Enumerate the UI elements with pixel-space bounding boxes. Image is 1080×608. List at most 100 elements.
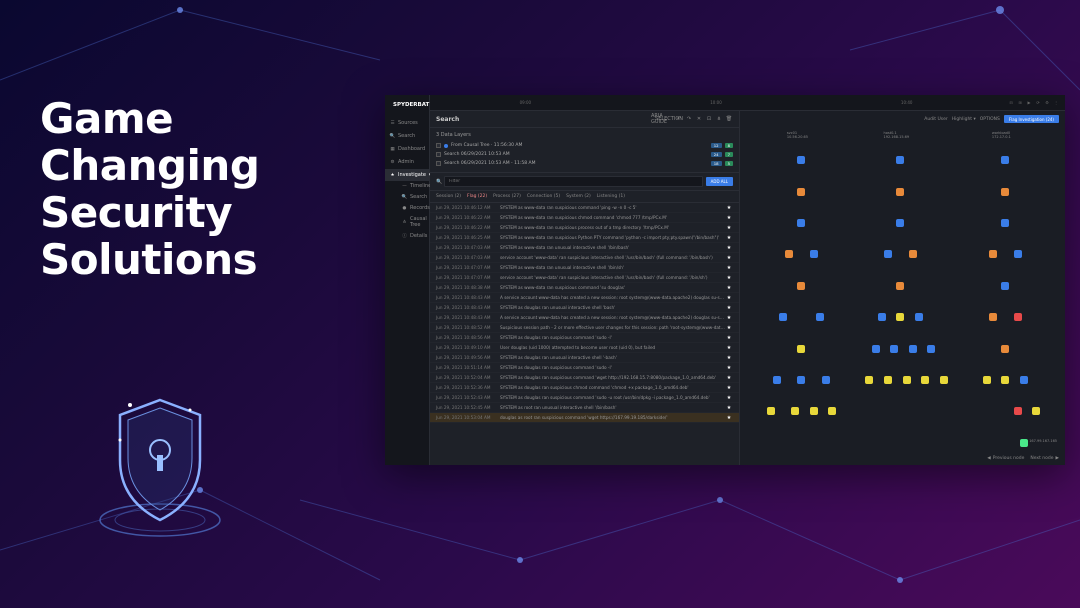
event-row[interactable]: Jun 29, 2021 10:52:36 AMSYSTEM as dougla… xyxy=(430,383,739,393)
star-icon[interactable]: ★ xyxy=(725,205,733,211)
graph-node[interactable] xyxy=(890,345,898,353)
timeline-control[interactable]: ▶ xyxy=(1026,100,1032,106)
graph-node[interactable] xyxy=(884,250,892,258)
graph-node[interactable] xyxy=(828,407,836,415)
add-all-button[interactable]: ADD ALL xyxy=(706,177,733,186)
star-icon[interactable]: ★ xyxy=(725,335,733,341)
star-icon[interactable]: ★ xyxy=(725,415,733,421)
sidebar-item-search[interactable]: 🔍Search xyxy=(385,130,429,142)
next-node-button[interactable]: Next node ▶ xyxy=(1030,456,1059,461)
graph-node[interactable] xyxy=(989,250,997,258)
star-icon[interactable]: ★ xyxy=(725,375,733,381)
graph-node[interactable] xyxy=(822,376,830,384)
graph-node[interactable] xyxy=(896,313,904,321)
tab-session[interactable]: Session (2) xyxy=(436,194,461,199)
tab-process[interactable]: Process (27) xyxy=(493,194,521,199)
graph-node[interactable] xyxy=(896,219,904,227)
graph-node[interactable] xyxy=(1001,376,1009,384)
graph-node[interactable] xyxy=(797,282,805,290)
sidebar-sub-search[interactable]: 🔍Search xyxy=(397,192,429,202)
star-icon[interactable]: ★ xyxy=(725,255,733,261)
event-row[interactable]: Jun 29, 2021 10:53:04 AMdouglas as root … xyxy=(430,413,739,423)
event-row[interactable]: Jun 29, 2021 10:48:56 AMSYSTEM as dougla… xyxy=(430,333,739,343)
event-row[interactable]: Jun 29, 2021 10:52:45 AMSYSTEM as root r… xyxy=(430,403,739,413)
graph-node[interactable] xyxy=(921,376,929,384)
graph-node[interactable] xyxy=(983,376,991,384)
graph-node[interactable] xyxy=(1020,439,1028,447)
event-row[interactable]: Jun 29, 2021 10:46:22 AMSYSTEM as www-da… xyxy=(430,223,739,233)
tab-system[interactable]: System (2) xyxy=(566,194,591,199)
graph-node[interactable] xyxy=(1014,250,1022,258)
sidebar-item-investigate[interactable]: ★Investigate▾ xyxy=(385,169,429,181)
star-icon[interactable]: ★ xyxy=(725,225,733,231)
graph-node[interactable] xyxy=(903,376,911,384)
graph-node[interactable] xyxy=(909,250,917,258)
graph-node[interactable] xyxy=(797,156,805,164)
star-icon[interactable]: ★ xyxy=(725,385,733,391)
options-button[interactable]: OPTIONS xyxy=(980,117,1000,122)
prev-node-button[interactable]: ◀ Previous node xyxy=(987,456,1024,461)
graph-node[interactable] xyxy=(915,313,923,321)
event-row[interactable]: Jun 29, 2021 10:47:03 AMservice account … xyxy=(430,253,739,263)
star-icon[interactable]: ★ xyxy=(725,215,733,221)
sidebar-item-dashboard[interactable]: ▦Dashboard xyxy=(385,143,429,155)
star-icon[interactable]: ★ xyxy=(725,395,733,401)
toolbar-button[interactable]: ✕ xyxy=(695,115,703,123)
graph-node[interactable] xyxy=(797,345,805,353)
data-layer[interactable]: From Causal Tree · 11:56:30 AM128 xyxy=(436,141,733,150)
data-layer[interactable]: Search 06/29/2021 10:53 AM247 xyxy=(436,150,733,159)
timeline-control[interactable]: ⋮ xyxy=(1053,100,1059,106)
event-row[interactable]: Jun 29, 2021 10:46:22 AMSYSTEM as www-da… xyxy=(430,213,739,223)
sidebar-sub-timeline[interactable]: —Timeline xyxy=(397,181,429,191)
timeline-control[interactable]: ⟳ xyxy=(1035,100,1041,106)
graph-node[interactable] xyxy=(896,156,904,164)
star-icon[interactable]: ★ xyxy=(725,265,733,271)
timeline-control[interactable]: ⊞ xyxy=(1017,100,1023,106)
graph-node[interactable] xyxy=(785,250,793,258)
star-icon[interactable]: ★ xyxy=(725,365,733,371)
graph-node[interactable] xyxy=(940,376,948,384)
event-row[interactable]: Jun 29, 2021 10:48:43 AMSYSTEM as dougla… xyxy=(430,303,739,313)
audit-user-link[interactable]: Audit User xyxy=(924,117,948,122)
event-row[interactable]: Jun 29, 2021 10:46:12 AMSYSTEM as www-da… xyxy=(430,203,739,213)
toolbar-button[interactable]: ⊡ xyxy=(705,115,713,123)
event-row[interactable]: Jun 29, 2021 10:48:38 AMSYSTEM as www-da… xyxy=(430,283,739,293)
star-icon[interactable]: ★ xyxy=(725,325,733,331)
event-row[interactable]: Jun 29, 2021 10:49:10 AMUser douglas (ui… xyxy=(430,343,739,353)
tab-listening[interactable]: Listening (1) xyxy=(597,194,625,199)
graph-node[interactable] xyxy=(791,407,799,415)
graph-node[interactable] xyxy=(810,407,818,415)
star-icon[interactable]: ★ xyxy=(725,285,733,291)
timeline-control[interactable]: ⊟ xyxy=(1008,100,1014,106)
toolbar-button[interactable]: ⋔ xyxy=(715,115,723,123)
event-row[interactable]: Jun 29, 2021 10:48:43 AMA service accoun… xyxy=(430,293,739,303)
event-row[interactable]: Jun 29, 2021 10:49:56 AMSYSTEM as dougla… xyxy=(430,353,739,363)
tab-connection[interactable]: Connection (5) xyxy=(527,194,560,199)
graph-node[interactable] xyxy=(767,407,775,415)
star-icon[interactable]: ★ xyxy=(725,305,733,311)
highlight-dropdown[interactable]: Highlight ▾ xyxy=(952,117,976,122)
event-row[interactable]: Jun 29, 2021 10:47:07 AMservice account … xyxy=(430,273,739,283)
sidebar-sub-causal-tree[interactable]: ⋔Causal Tree xyxy=(397,214,429,230)
event-row[interactable]: Jun 29, 2021 10:52:04 AMSYSTEM as dougla… xyxy=(430,373,739,383)
sidebar-item-sources[interactable]: ☰Sources xyxy=(385,117,429,129)
graph-node[interactable] xyxy=(779,313,787,321)
timeline-control[interactable]: ⚙ xyxy=(1044,100,1050,106)
graph-node[interactable] xyxy=(1001,188,1009,196)
graph-node[interactable] xyxy=(1032,407,1040,415)
graph-node[interactable] xyxy=(896,282,904,290)
graph-node[interactable] xyxy=(1020,376,1028,384)
toolbar-button[interactable]: ↶ xyxy=(675,115,683,123)
graph-node[interactable] xyxy=(909,345,917,353)
graph-node[interactable] xyxy=(884,376,892,384)
event-row[interactable]: Jun 29, 2021 10:48:52 AMSuspicious sessi… xyxy=(430,323,739,333)
star-icon[interactable]: ★ xyxy=(725,315,733,321)
star-icon[interactable]: ★ xyxy=(725,235,733,241)
graph-node[interactable] xyxy=(989,313,997,321)
event-row[interactable]: Jun 29, 2021 10:47:03 AMSYSTEM as www-da… xyxy=(430,243,739,253)
checkbox-icon[interactable] xyxy=(436,143,441,148)
sidebar-sub-records[interactable]: ●Records xyxy=(397,203,429,213)
checkbox-icon[interactable] xyxy=(436,161,441,166)
toolbar-button[interactable]: 🗑 xyxy=(725,115,733,123)
flag-investigation-badge[interactable]: Flag Investigation (24) xyxy=(1004,115,1059,123)
